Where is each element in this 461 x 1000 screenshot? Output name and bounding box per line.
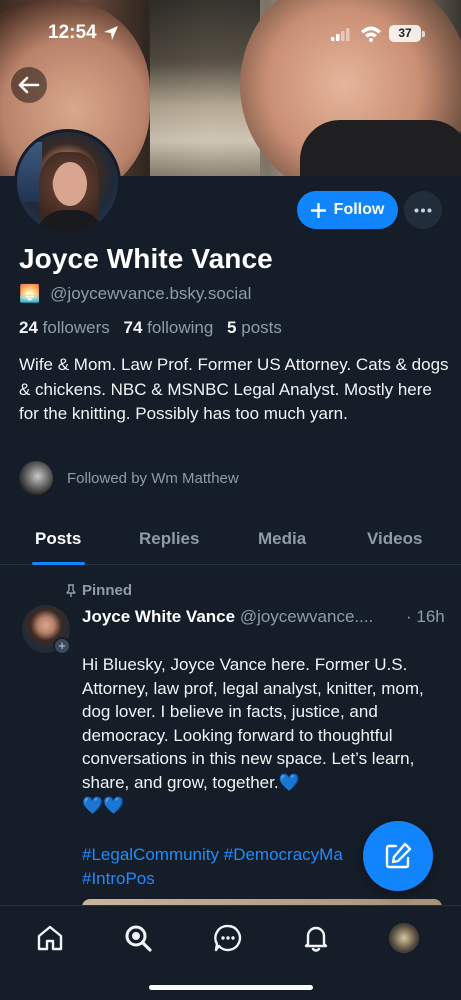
- compose-icon: [385, 842, 412, 869]
- post-text: Hi Bluesky, Joyce Vance here. Former U.S…: [82, 655, 424, 792]
- battery-icon: 37: [389, 25, 421, 42]
- profile-handle-row: 🌅 @joycewvance.bsky.social: [19, 284, 251, 304]
- more-options-button[interactable]: [404, 191, 442, 229]
- profile-stats: 24 followers 74 following 5 posts: [19, 318, 282, 338]
- pinned-label: Pinned: [82, 582, 133, 599]
- profile-bio: Wife & Mom. Law Prof. Former US Attorney…: [19, 355, 449, 423]
- post-hearts: 💙💙: [82, 796, 125, 815]
- following-count: 74: [123, 318, 143, 337]
- posts-stat: 5 posts: [227, 318, 282, 337]
- followers-stat[interactable]: 24 followers: [19, 318, 119, 337]
- pin-icon: [66, 583, 76, 597]
- search-icon: [125, 925, 152, 952]
- nav-chat-button[interactable]: [212, 922, 244, 954]
- tab-posts[interactable]: Posts: [35, 529, 81, 549]
- following-stat[interactable]: 74 following: [123, 318, 222, 337]
- home-icon: [37, 925, 63, 951]
- nav-profile-avatar[interactable]: [389, 923, 419, 953]
- profile-avatar[interactable]: [14, 129, 121, 236]
- profile-tabs: Posts Replies Media Videos: [0, 518, 461, 565]
- battery-tip: [422, 31, 425, 37]
- following-label: following: [147, 318, 214, 337]
- post-timestamp: · 16h: [404, 607, 445, 627]
- followers-count: 24: [19, 318, 38, 337]
- follow-label: Follow: [333, 201, 385, 218]
- post-author-handle: @joycewvance....: [239, 607, 374, 626]
- nav-search-button[interactable]: [122, 922, 154, 954]
- bell-icon: [304, 926, 328, 952]
- nav-notifications-button[interactable]: [300, 922, 332, 954]
- chat-icon: [214, 924, 242, 952]
- active-tab-indicator: [32, 562, 85, 565]
- profile-handle: @joycewvance.bsky.social: [50, 284, 252, 303]
- banner-shirt: [300, 120, 461, 176]
- followed-by-text: Followed by Wm Matthew: [67, 469, 239, 487]
- follower-avatar: [19, 461, 53, 495]
- tab-videos[interactable]: Videos: [367, 529, 422, 549]
- handle-emoji: 🌅: [19, 284, 41, 303]
- wifi-icon: [360, 25, 382, 47]
- signal-icon: [331, 28, 351, 46]
- follow-button[interactable]: Follow: [297, 191, 398, 229]
- posts-count: 5: [227, 318, 237, 337]
- avatar-face: [53, 162, 87, 206]
- ellipsis-icon: [414, 208, 432, 212]
- location-arrow-icon: [103, 25, 119, 46]
- back-button[interactable]: [11, 67, 47, 103]
- status-time: 12:54: [48, 22, 97, 43]
- tab-replies[interactable]: Replies: [139, 529, 199, 549]
- home-indicator[interactable]: [149, 985, 313, 990]
- post-author-name: Joyce White Vance: [82, 607, 236, 626]
- back-arrow-icon: [18, 76, 40, 94]
- followed-by-row[interactable]: Followed by Wm Matthew: [19, 461, 239, 495]
- nav-home-button[interactable]: [34, 922, 66, 954]
- pinned-row: Pinned: [64, 582, 132, 599]
- followers-label: followers: [42, 318, 110, 337]
- profile-display-name: Joyce White Vance: [19, 243, 273, 274]
- plus-icon: [310, 202, 326, 218]
- compose-button[interactable]: [363, 821, 433, 891]
- post-avatar-plus-icon[interactable]: +: [53, 637, 71, 655]
- posts-label: posts: [241, 318, 282, 337]
- status-bar: 12:54 37: [0, 0, 461, 68]
- post-header[interactable]: Joyce White Vance @joycewvance....: [82, 607, 450, 627]
- tab-media[interactable]: Media: [258, 529, 306, 549]
